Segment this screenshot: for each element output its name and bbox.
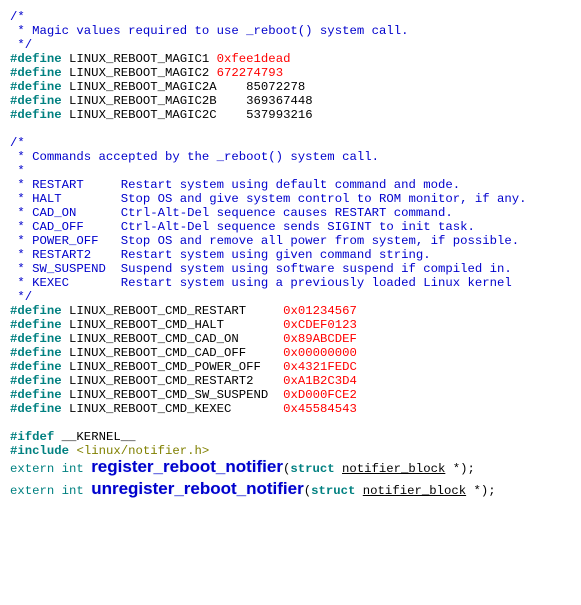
include-line: #include <linux/notifier.h> bbox=[10, 444, 571, 458]
defines-magic: #define LINUX_REBOOT_MAGIC1 0xfee1dead #… bbox=[10, 52, 571, 122]
struct-keyword: struct bbox=[290, 462, 334, 476]
type-link[interactable]: notifier_block bbox=[363, 484, 466, 498]
comment-commands: /* * Commands accepted by the _reboot() … bbox=[10, 136, 571, 304]
macro-value: 85072278 bbox=[246, 80, 305, 94]
ifdef-line: #ifdef __KERNEL__ bbox=[10, 430, 571, 444]
macro-value: 0x4321FEDC bbox=[283, 360, 357, 374]
macro-value: 0x45584543 bbox=[283, 402, 357, 416]
macro-name: LINUX_REBOOT_MAGIC1 bbox=[69, 52, 209, 66]
define-keyword: #define bbox=[10, 80, 62, 94]
define-keyword: #define bbox=[10, 402, 62, 416]
extern-decl: extern int unregister_reboot_notifier(st… bbox=[10, 482, 571, 498]
blank-line-2 bbox=[10, 416, 571, 430]
macro-name: LINUX_REBOOT_CMD_SW_SUSPEND bbox=[69, 388, 268, 402]
macro-name: LINUX_REBOOT_CMD_POWER_OFF bbox=[69, 360, 261, 374]
define-keyword: #define bbox=[10, 108, 62, 122]
macro-value: 0xCDEF0123 bbox=[283, 318, 357, 332]
macro-name: LINUX_REBOOT_CMD_CAD_OFF bbox=[69, 346, 246, 360]
extern-decls: extern int register_reboot_notifier(stru… bbox=[10, 460, 571, 498]
ifdef-keyword: #ifdef bbox=[10, 430, 54, 444]
macro-value: 0xfee1dead bbox=[217, 52, 291, 66]
macro-name: LINUX_REBOOT_CMD_RESTART2 bbox=[69, 374, 253, 388]
macro-value: 0xA1B2C3D4 bbox=[283, 374, 357, 388]
macro-name: LINUX_REBOOT_MAGIC2A bbox=[69, 80, 217, 94]
define-keyword: #define bbox=[10, 304, 62, 318]
include-keyword: #include bbox=[10, 444, 69, 458]
define-keyword: #define bbox=[10, 66, 62, 80]
macro-name: LINUX_REBOOT_CMD_KEXEC bbox=[69, 402, 231, 416]
macro-value: 537993216 bbox=[246, 108, 312, 122]
macro-value: 0x00000000 bbox=[283, 346, 357, 360]
function-name[interactable]: register_reboot_notifier bbox=[91, 457, 283, 476]
macro-value: 672274793 bbox=[217, 66, 283, 80]
macro-value: 0x01234567 bbox=[283, 304, 357, 318]
define-keyword: #define bbox=[10, 332, 62, 346]
macro-value: 0x89ABCDEF bbox=[283, 332, 357, 346]
macro-name: LINUX_REBOOT_CMD_HALT bbox=[69, 318, 224, 332]
type-link[interactable]: notifier_block bbox=[342, 462, 445, 476]
define-keyword: #define bbox=[10, 94, 62, 108]
defines-commands: #define LINUX_REBOOT_CMD_RESTART 0x01234… bbox=[10, 304, 571, 416]
define-keyword: #define bbox=[10, 374, 62, 388]
struct-keyword: struct bbox=[311, 484, 355, 498]
ifdef-symbol: __KERNEL__ bbox=[62, 430, 136, 444]
extern-prefix: extern int bbox=[10, 462, 91, 476]
blank-line-1 bbox=[10, 122, 571, 136]
comment-magic: /* * Magic values required to use _reboo… bbox=[10, 10, 571, 52]
macro-value: 369367448 bbox=[246, 94, 312, 108]
define-keyword: #define bbox=[10, 388, 62, 402]
macro-name: LINUX_REBOOT_MAGIC2C bbox=[69, 108, 217, 122]
macro-name: LINUX_REBOOT_MAGIC2 bbox=[69, 66, 209, 80]
macro-name: LINUX_REBOOT_CMD_RESTART bbox=[69, 304, 246, 318]
function-name[interactable]: unregister_reboot_notifier bbox=[91, 479, 304, 498]
define-keyword: #define bbox=[10, 318, 62, 332]
define-keyword: #define bbox=[10, 360, 62, 374]
decl-suffix: *); bbox=[466, 484, 496, 498]
macro-name: LINUX_REBOOT_MAGIC2B bbox=[69, 94, 217, 108]
extern-decl: extern int register_reboot_notifier(stru… bbox=[10, 460, 571, 476]
define-keyword: #define bbox=[10, 346, 62, 360]
include-header: <linux/notifier.h> bbox=[76, 444, 209, 458]
macro-value: 0xD000FCE2 bbox=[283, 388, 357, 402]
macro-name: LINUX_REBOOT_CMD_CAD_ON bbox=[69, 332, 239, 346]
decl-suffix: *); bbox=[445, 462, 475, 476]
extern-prefix: extern int bbox=[10, 484, 91, 498]
define-keyword: #define bbox=[10, 52, 62, 66]
